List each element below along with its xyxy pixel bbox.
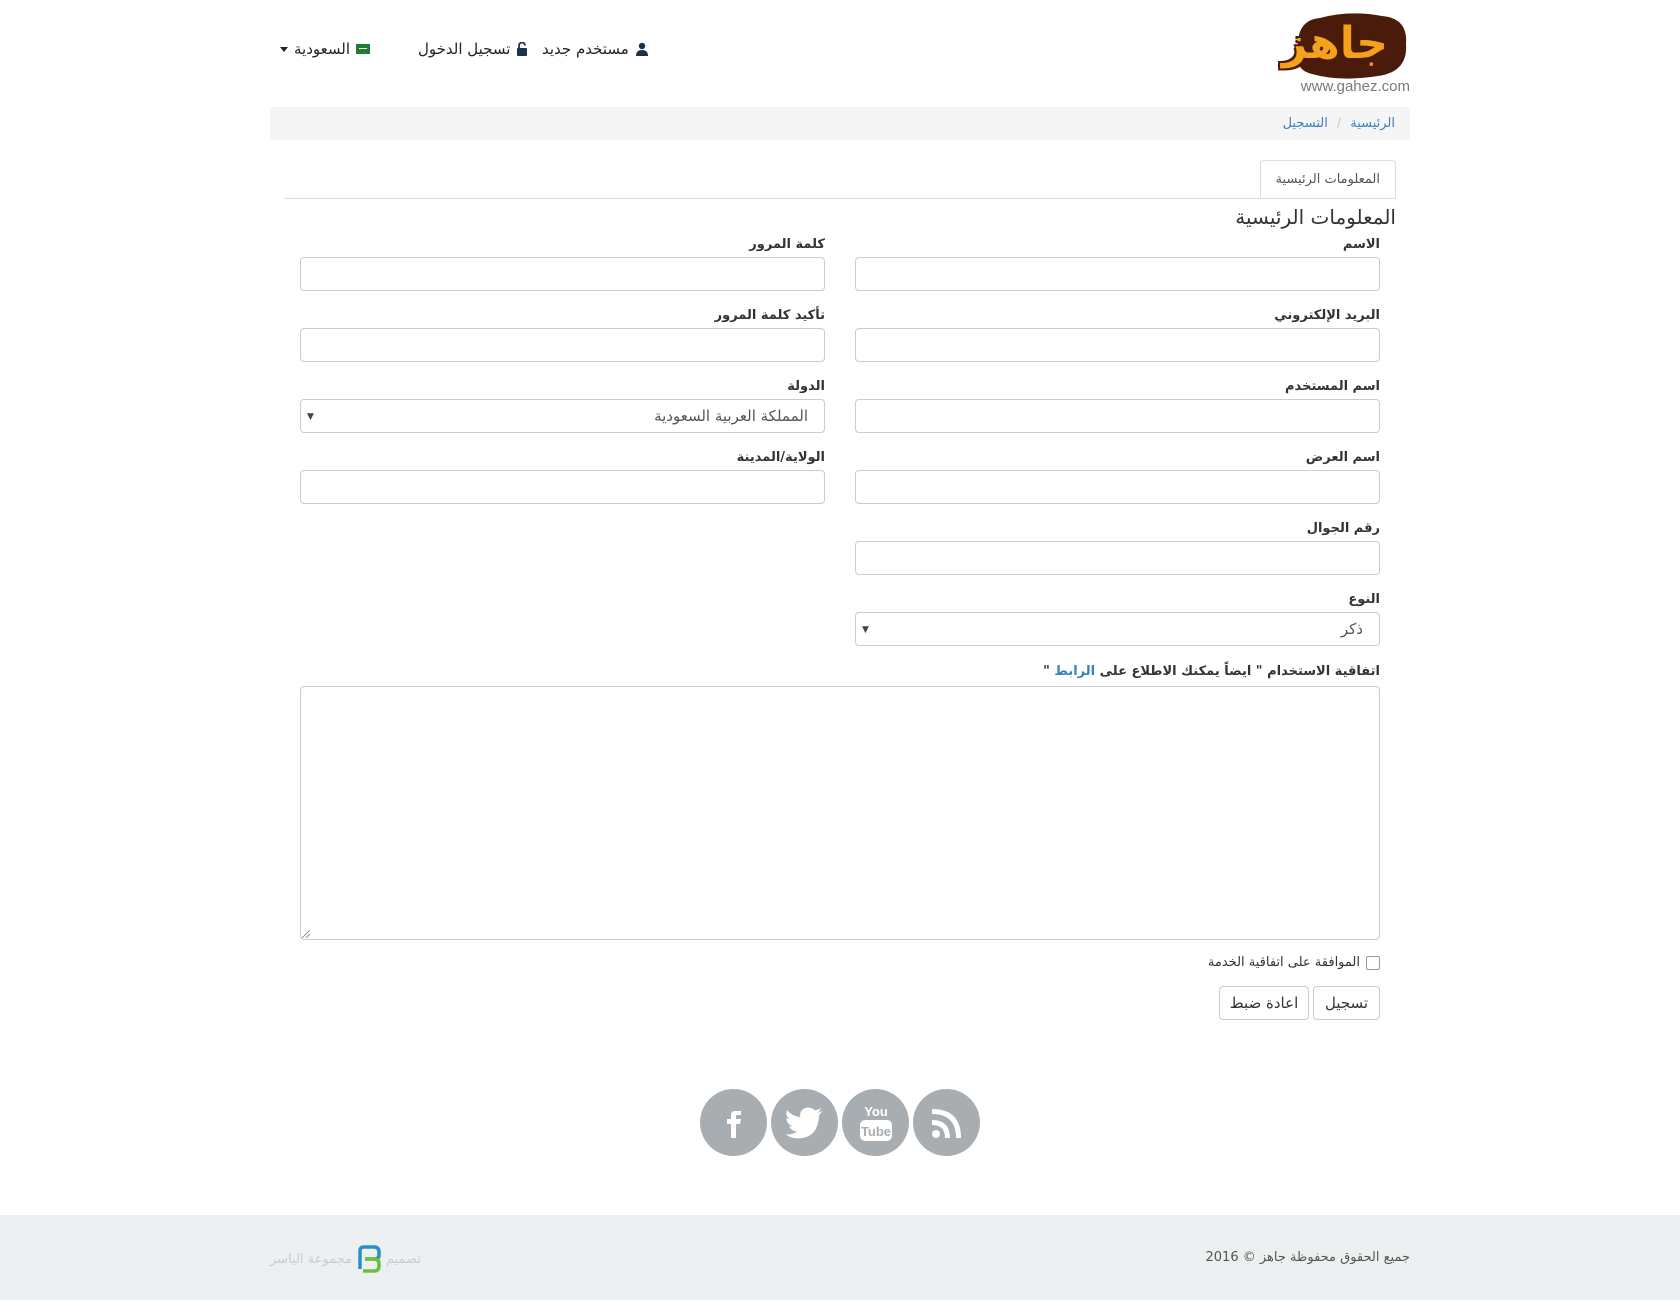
- nav-new-user-label: مستخدم جديد: [542, 40, 629, 58]
- display-name-field-group: اسم العرض: [855, 450, 1380, 504]
- country-dropdown-label: السعودية: [294, 40, 351, 58]
- country-field-group: الدولة المملكة العربية السعودية ▼: [300, 379, 825, 433]
- password-field-group: كلمة المرور: [300, 237, 825, 291]
- reset-button[interactable]: اعادة ضبط: [1219, 986, 1309, 1020]
- username-field-group: اسم المستخدم: [855, 379, 1380, 433]
- tab-main-info[interactable]: المعلومات الرئيسية: [1259, 160, 1396, 198]
- gender-select-value: ذكر: [1340, 620, 1363, 638]
- nav-login[interactable]: تسجيل الدخول: [418, 40, 528, 58]
- saudi-flag-icon: [356, 44, 371, 54]
- designer-logo-icon: [358, 1245, 381, 1273]
- select-arrow-icon: ▼: [862, 625, 869, 635]
- name-label: الاسم: [1342, 237, 1380, 252]
- twitter-button[interactable]: [771, 1089, 838, 1156]
- display-name-label: اسم العرض: [1305, 450, 1380, 465]
- logo-url: www.gahez.com: [1300, 78, 1410, 95]
- username-label: اسم المستخدم: [1285, 379, 1380, 394]
- breadcrumb-home[interactable]: الرئيسية: [1350, 116, 1395, 131]
- email-label: البريد الإلكتروني: [1274, 308, 1380, 323]
- confirm-password-label: تأكيد كلمة المرور: [714, 308, 825, 323]
- confirm-password-field-group: تأكيد كلمة المرور: [300, 308, 825, 362]
- agreement-link[interactable]: الرابط: [1054, 664, 1095, 679]
- agree-checkbox-row: الموافقة على اتفاقية الخدمة: [1208, 955, 1380, 970]
- mobile-input[interactable]: [855, 541, 1380, 575]
- rss-button[interactable]: [913, 1089, 980, 1156]
- breadcrumb-current[interactable]: التسجيل: [1283, 116, 1328, 131]
- svg-text:Tube: Tube: [860, 1124, 890, 1139]
- logo-text: جاهز: [1281, 18, 1390, 69]
- breadcrumb-separator: /: [1336, 116, 1342, 131]
- username-input[interactable]: [855, 399, 1380, 433]
- nav-new-user[interactable]: مستخدم جديد: [542, 40, 649, 58]
- caret-down-icon: [280, 46, 288, 52]
- city-label: الولاية/المدينة: [736, 450, 825, 465]
- twitter-icon: [785, 1107, 822, 1138]
- agreement-label-suffix: ": [1043, 664, 1055, 679]
- youtube-button[interactable]: You Tube: [842, 1089, 909, 1156]
- mobile-field-group: رقم الجوال: [855, 521, 1380, 575]
- nav-login-label: تسجيل الدخول: [418, 40, 511, 58]
- section-title: المعلومات الرئيسية: [1235, 205, 1396, 229]
- city-field-group: الولاية/المدينة: [300, 450, 825, 504]
- rss-icon: [931, 1108, 961, 1138]
- svg-text:You: You: [864, 1104, 888, 1119]
- city-input[interactable]: [300, 470, 825, 504]
- site-logo[interactable]: جاهز www.gahez.com: [1281, 10, 1410, 100]
- youtube-icon: You Tube: [859, 1104, 892, 1141]
- breadcrumb: الرئيسية / التسجيل: [270, 107, 1410, 140]
- credit-prefix: تصميم: [385, 1251, 421, 1267]
- agreement-label: اتفاقية الاستخدام " ايضاً يمكنك الاطلاع …: [1043, 664, 1380, 679]
- name-input[interactable]: [855, 257, 1380, 291]
- select-arrow-icon: ▼: [307, 412, 314, 422]
- facebook-icon: [726, 1110, 741, 1138]
- mobile-label: رقم الجوال: [1306, 521, 1380, 536]
- copyright-text: جميع الحقوق محفوظة جاهز © 2016: [1205, 1250, 1410, 1265]
- tab-bar: المعلومات الرئيسية: [284, 160, 1396, 199]
- password-label: كلمة المرور: [749, 237, 825, 252]
- agree-checkbox-label: الموافقة على اتفاقية الخدمة: [1207, 955, 1360, 970]
- resize-handle[interactable]: [302, 930, 310, 938]
- footer: جميع الحقوق محفوظة جاهز © 2016 تصميم مجم…: [0, 1215, 1680, 1300]
- display-name-input[interactable]: [855, 470, 1380, 504]
- email-field-group: البريد الإلكتروني: [855, 308, 1380, 362]
- name-field-group: الاسم: [855, 237, 1380, 291]
- agree-checkbox[interactable]: [1366, 955, 1380, 970]
- country-select-value: المملكة العربية السعودية: [654, 407, 808, 425]
- gender-select[interactable]: ذكر ▼: [855, 612, 1380, 646]
- password-input[interactable]: [300, 257, 825, 291]
- gender-field-group: النوع ذكر ▼: [855, 592, 1380, 646]
- facebook-button[interactable]: [700, 1089, 767, 1156]
- agreement-textarea[interactable]: [300, 686, 1380, 940]
- credit-company: مجموعة الياسر: [270, 1251, 352, 1267]
- email-input[interactable]: [855, 328, 1380, 362]
- agreement-label-prefix: اتفاقية الاستخدام " ايضاً يمكنك الاطلاع …: [1095, 664, 1380, 679]
- country-select[interactable]: المملكة العربية السعودية ▼: [300, 399, 825, 433]
- confirm-password-input[interactable]: [300, 328, 825, 362]
- country-label: الدولة: [787, 379, 825, 394]
- unlock-icon: [517, 42, 528, 56]
- gender-label: النوع: [1348, 592, 1380, 607]
- country-dropdown[interactable]: السعودية: [280, 40, 371, 58]
- user-icon: [635, 42, 648, 56]
- designer-credit[interactable]: تصميم مجموعة الياسر: [270, 1245, 421, 1273]
- submit-button[interactable]: تسجيل: [1313, 986, 1380, 1020]
